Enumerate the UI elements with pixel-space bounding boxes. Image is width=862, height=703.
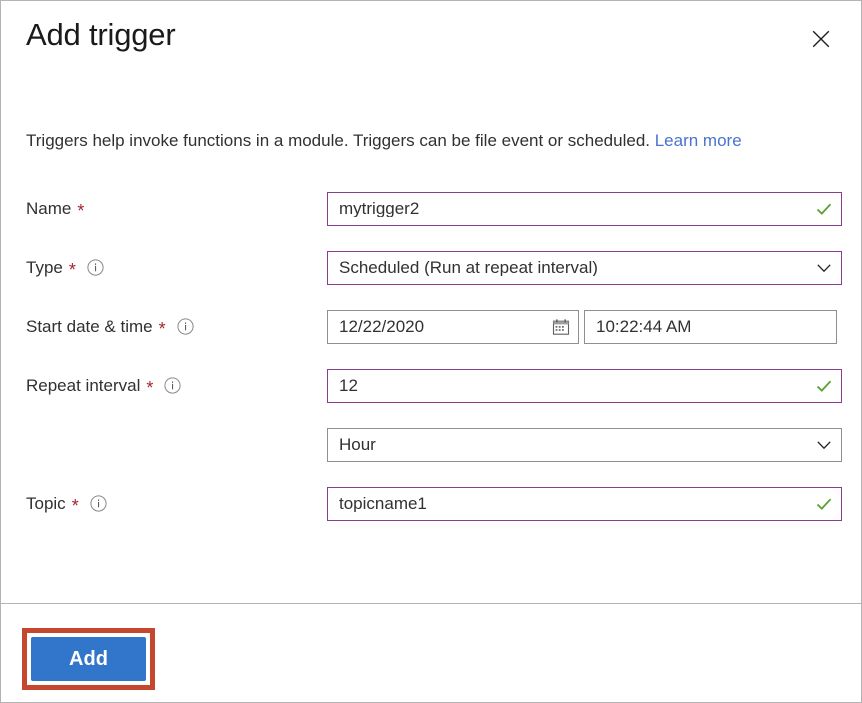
dialog-footer: Add xyxy=(1,603,861,702)
required-indicator: * xyxy=(146,377,154,398)
info-icon[interactable] xyxy=(164,377,181,394)
type-dropdown-value[interactable]: Scheduled (Run at repeat interval) xyxy=(328,259,807,276)
chevron-down-icon[interactable] xyxy=(807,429,841,461)
name-input[interactable]: mytrigger2 xyxy=(327,191,842,226)
dialog-description: Triggers help invoke functions in a modu… xyxy=(26,129,742,153)
label-repeat-interval: Repeat interval * xyxy=(26,375,181,398)
required-indicator: * xyxy=(158,318,166,339)
name-input-value[interactable]: mytrigger2 xyxy=(328,200,807,217)
start-date-input[interactable]: 12/22/2020 xyxy=(327,309,579,344)
info-icon[interactable] xyxy=(177,318,194,335)
repeat-interval-input[interactable]: 12 xyxy=(327,368,842,403)
required-indicator: * xyxy=(71,495,79,516)
label-name: Name * xyxy=(26,198,85,221)
required-indicator: * xyxy=(77,200,85,221)
form-row-start-datetime: Start date & time * 12/22/2020 10:22:44 … xyxy=(1,297,861,356)
form-row-topic: Topic * topicname1 xyxy=(1,474,861,533)
label-topic: Topic * xyxy=(26,493,107,516)
trigger-form: Name * mytrigger2 Type * Scheduled (Run … xyxy=(1,179,861,533)
label-start-datetime: Start date & time * xyxy=(26,316,194,339)
form-row-repeat-interval: Repeat interval * 12 xyxy=(1,356,861,415)
form-row-name: Name * mytrigger2 xyxy=(1,179,861,238)
topic-input[interactable]: topicname1 xyxy=(327,486,842,521)
label-topic-text: Topic xyxy=(26,493,66,513)
chevron-down-icon[interactable] xyxy=(807,252,841,284)
calendar-icon[interactable] xyxy=(544,311,578,343)
repeat-unit-dropdown[interactable]: Hour xyxy=(327,427,842,462)
start-date-value[interactable]: 12/22/2020 xyxy=(328,318,544,335)
type-dropdown[interactable]: Scheduled (Run at repeat interval) xyxy=(327,250,842,285)
start-time-value[interactable]: 10:22:44 AM xyxy=(585,318,836,335)
info-icon[interactable] xyxy=(87,259,104,276)
dialog-header: Add trigger xyxy=(1,1,861,79)
form-row-type: Type * Scheduled (Run at repeat interval… xyxy=(1,238,861,297)
check-icon xyxy=(807,488,841,520)
required-indicator: * xyxy=(68,259,76,280)
check-icon xyxy=(807,370,841,402)
learn-more-link[interactable]: Learn more xyxy=(655,131,742,150)
close-icon xyxy=(811,29,831,49)
repeat-unit-value[interactable]: Hour xyxy=(328,436,807,453)
add-button[interactable]: Add xyxy=(31,637,146,681)
repeat-interval-value[interactable]: 12 xyxy=(328,377,807,394)
label-repeat-interval-text: Repeat interval xyxy=(26,375,141,395)
start-time-input[interactable]: 10:22:44 AM xyxy=(584,309,837,344)
description-text: Triggers help invoke functions in a modu… xyxy=(26,131,655,150)
page-title: Add trigger xyxy=(26,17,176,52)
add-trigger-dialog: Add trigger Triggers help invoke functio… xyxy=(0,0,862,703)
label-start-datetime-text: Start date & time xyxy=(26,316,153,336)
close-button[interactable] xyxy=(803,21,839,57)
topic-value[interactable]: topicname1 xyxy=(328,495,807,512)
form-row-repeat-unit: Hour xyxy=(1,415,861,474)
label-type-text: Type xyxy=(26,257,63,277)
label-type: Type * xyxy=(26,257,104,280)
label-name-text: Name xyxy=(26,198,72,218)
check-icon xyxy=(807,193,841,225)
info-icon[interactable] xyxy=(90,495,107,512)
